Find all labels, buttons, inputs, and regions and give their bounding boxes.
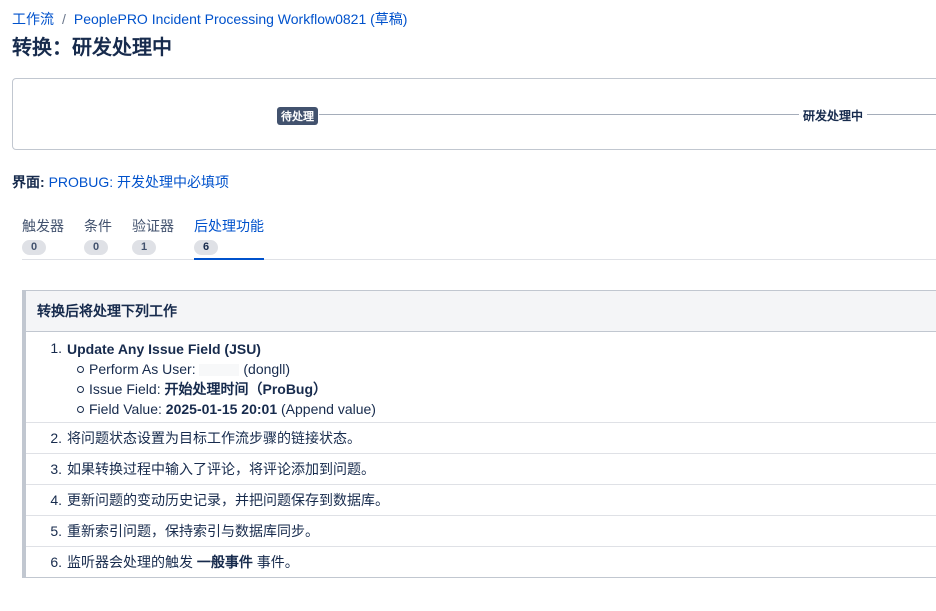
tab-triggers[interactable]: 触发器 0	[22, 216, 64, 258]
post-function-text: 如果转换过程中输入了评论，将评论添加到问题。	[67, 461, 375, 477]
perform-as-value: (dongll)	[243, 361, 291, 377]
tab-triggers-label: 触发器	[22, 218, 64, 234]
item-number: 6.	[50, 554, 62, 570]
perform-as-label: Perform As User:	[89, 361, 196, 377]
transition-tabs: 触发器 0 条件 0 验证器 1 后处理功能 6	[22, 216, 936, 260]
breadcrumb-separator: /	[62, 11, 66, 27]
transition-diagram: 待处理 研发处理中	[12, 78, 936, 150]
post-function-item: 5. 重新索引问题，保持索引与数据库同步。	[26, 516, 936, 547]
issue-field-line: Issue Field: 开始处理时间（ProBug）	[67, 379, 936, 399]
tab-validators[interactable]: 验证器 1	[132, 216, 174, 258]
issue-field-label: Issue Field:	[89, 381, 161, 397]
post-functions-header: 转换后将处理下列工作	[26, 291, 936, 332]
tab-conditions-label: 条件	[84, 218, 112, 234]
screen-link[interactable]: PROBUG: 开发处理中必填项	[49, 174, 229, 190]
field-value-suffix: (Append value)	[281, 401, 376, 417]
field-value-label: Field Value:	[89, 401, 162, 417]
event-name: 一般事件	[196, 554, 253, 570]
item-number: 5.	[50, 523, 62, 539]
tab-conditions-count: 0	[84, 240, 109, 255]
tab-triggers-count: 0	[22, 240, 47, 255]
item-number: 1.	[50, 340, 62, 356]
post-function-text: 重新索引问题，保持索引与数据库同步。	[67, 523, 319, 539]
circle-bullet-icon	[77, 366, 84, 373]
post-function-title: Update Any Issue Field (JSU)	[67, 341, 261, 357]
item-number: 2.	[50, 430, 62, 446]
field-value-value: 2025-01-15 20:01	[165, 401, 278, 417]
text-after: 事件。	[256, 554, 299, 570]
tab-validators-label: 验证器	[132, 218, 174, 234]
page-title: 转换：研发处理中	[12, 37, 172, 59]
circle-bullet-icon	[77, 386, 84, 393]
tab-post-functions[interactable]: 后处理功能 6	[194, 216, 264, 260]
post-function-item: 6. 监听器会处理的触发 一般事件 事件。	[26, 547, 936, 577]
post-function-item: 3. 如果转换过程中输入了评论，将评论添加到问题。	[26, 454, 936, 485]
screen-label: 界面:	[12, 174, 45, 190]
breadcrumb-workflows-link[interactable]: 工作流	[12, 11, 54, 27]
post-function-item: 1. Update Any Issue Field (JSU) Perform …	[26, 332, 936, 423]
tab-post-functions-label: 后处理功能	[194, 218, 264, 234]
post-function-text: 更新问题的变动历史记录，并把问题保存到数据库。	[67, 492, 389, 508]
issue-field-value: 开始处理时间（ProBug）	[164, 381, 328, 397]
text-before: 监听器会处理的触发	[67, 554, 193, 570]
item-number: 3.	[50, 461, 62, 477]
post-function-text: 监听器会处理的触发 一般事件 事件。	[67, 547, 936, 577]
item-number: 4.	[50, 492, 62, 508]
circle-bullet-icon	[77, 406, 84, 413]
tab-conditions[interactable]: 条件 0	[84, 216, 112, 258]
status-to-label[interactable]: 研发处理中	[799, 106, 868, 125]
post-function-text: 将问题状态设置为目标工作流步骤的链接状态。	[67, 430, 361, 446]
tab-post-functions-count: 6	[194, 240, 219, 255]
tab-validators-count: 1	[132, 240, 157, 255]
screen-info: 界面: PROBUG: 开发处理中必填项	[12, 172, 229, 192]
post-function-item: 2. 将问题状态设置为目标工作流步骤的链接状态。	[26, 423, 936, 454]
field-value-line: Field Value: 2025-01-15 20:01 (Append va…	[67, 399, 936, 419]
redacted-user-name	[199, 364, 240, 377]
breadcrumb: 工作流 / PeoplePRO Incident Processing Workfl…	[12, 9, 407, 29]
post-functions-panel: 转换后将处理下列工作 1. Update Any Issue Field (JS…	[22, 290, 936, 578]
perform-as-user-line: Perform As User: (dongll)	[67, 359, 936, 379]
status-from-badge[interactable]: 待处理	[277, 107, 318, 125]
post-function-item: 4. 更新问题的变动历史记录，并把问题保存到数据库。	[26, 485, 936, 516]
breadcrumb-workflow-link[interactable]: PeoplePRO Incident Processing Workflow08…	[74, 11, 408, 27]
